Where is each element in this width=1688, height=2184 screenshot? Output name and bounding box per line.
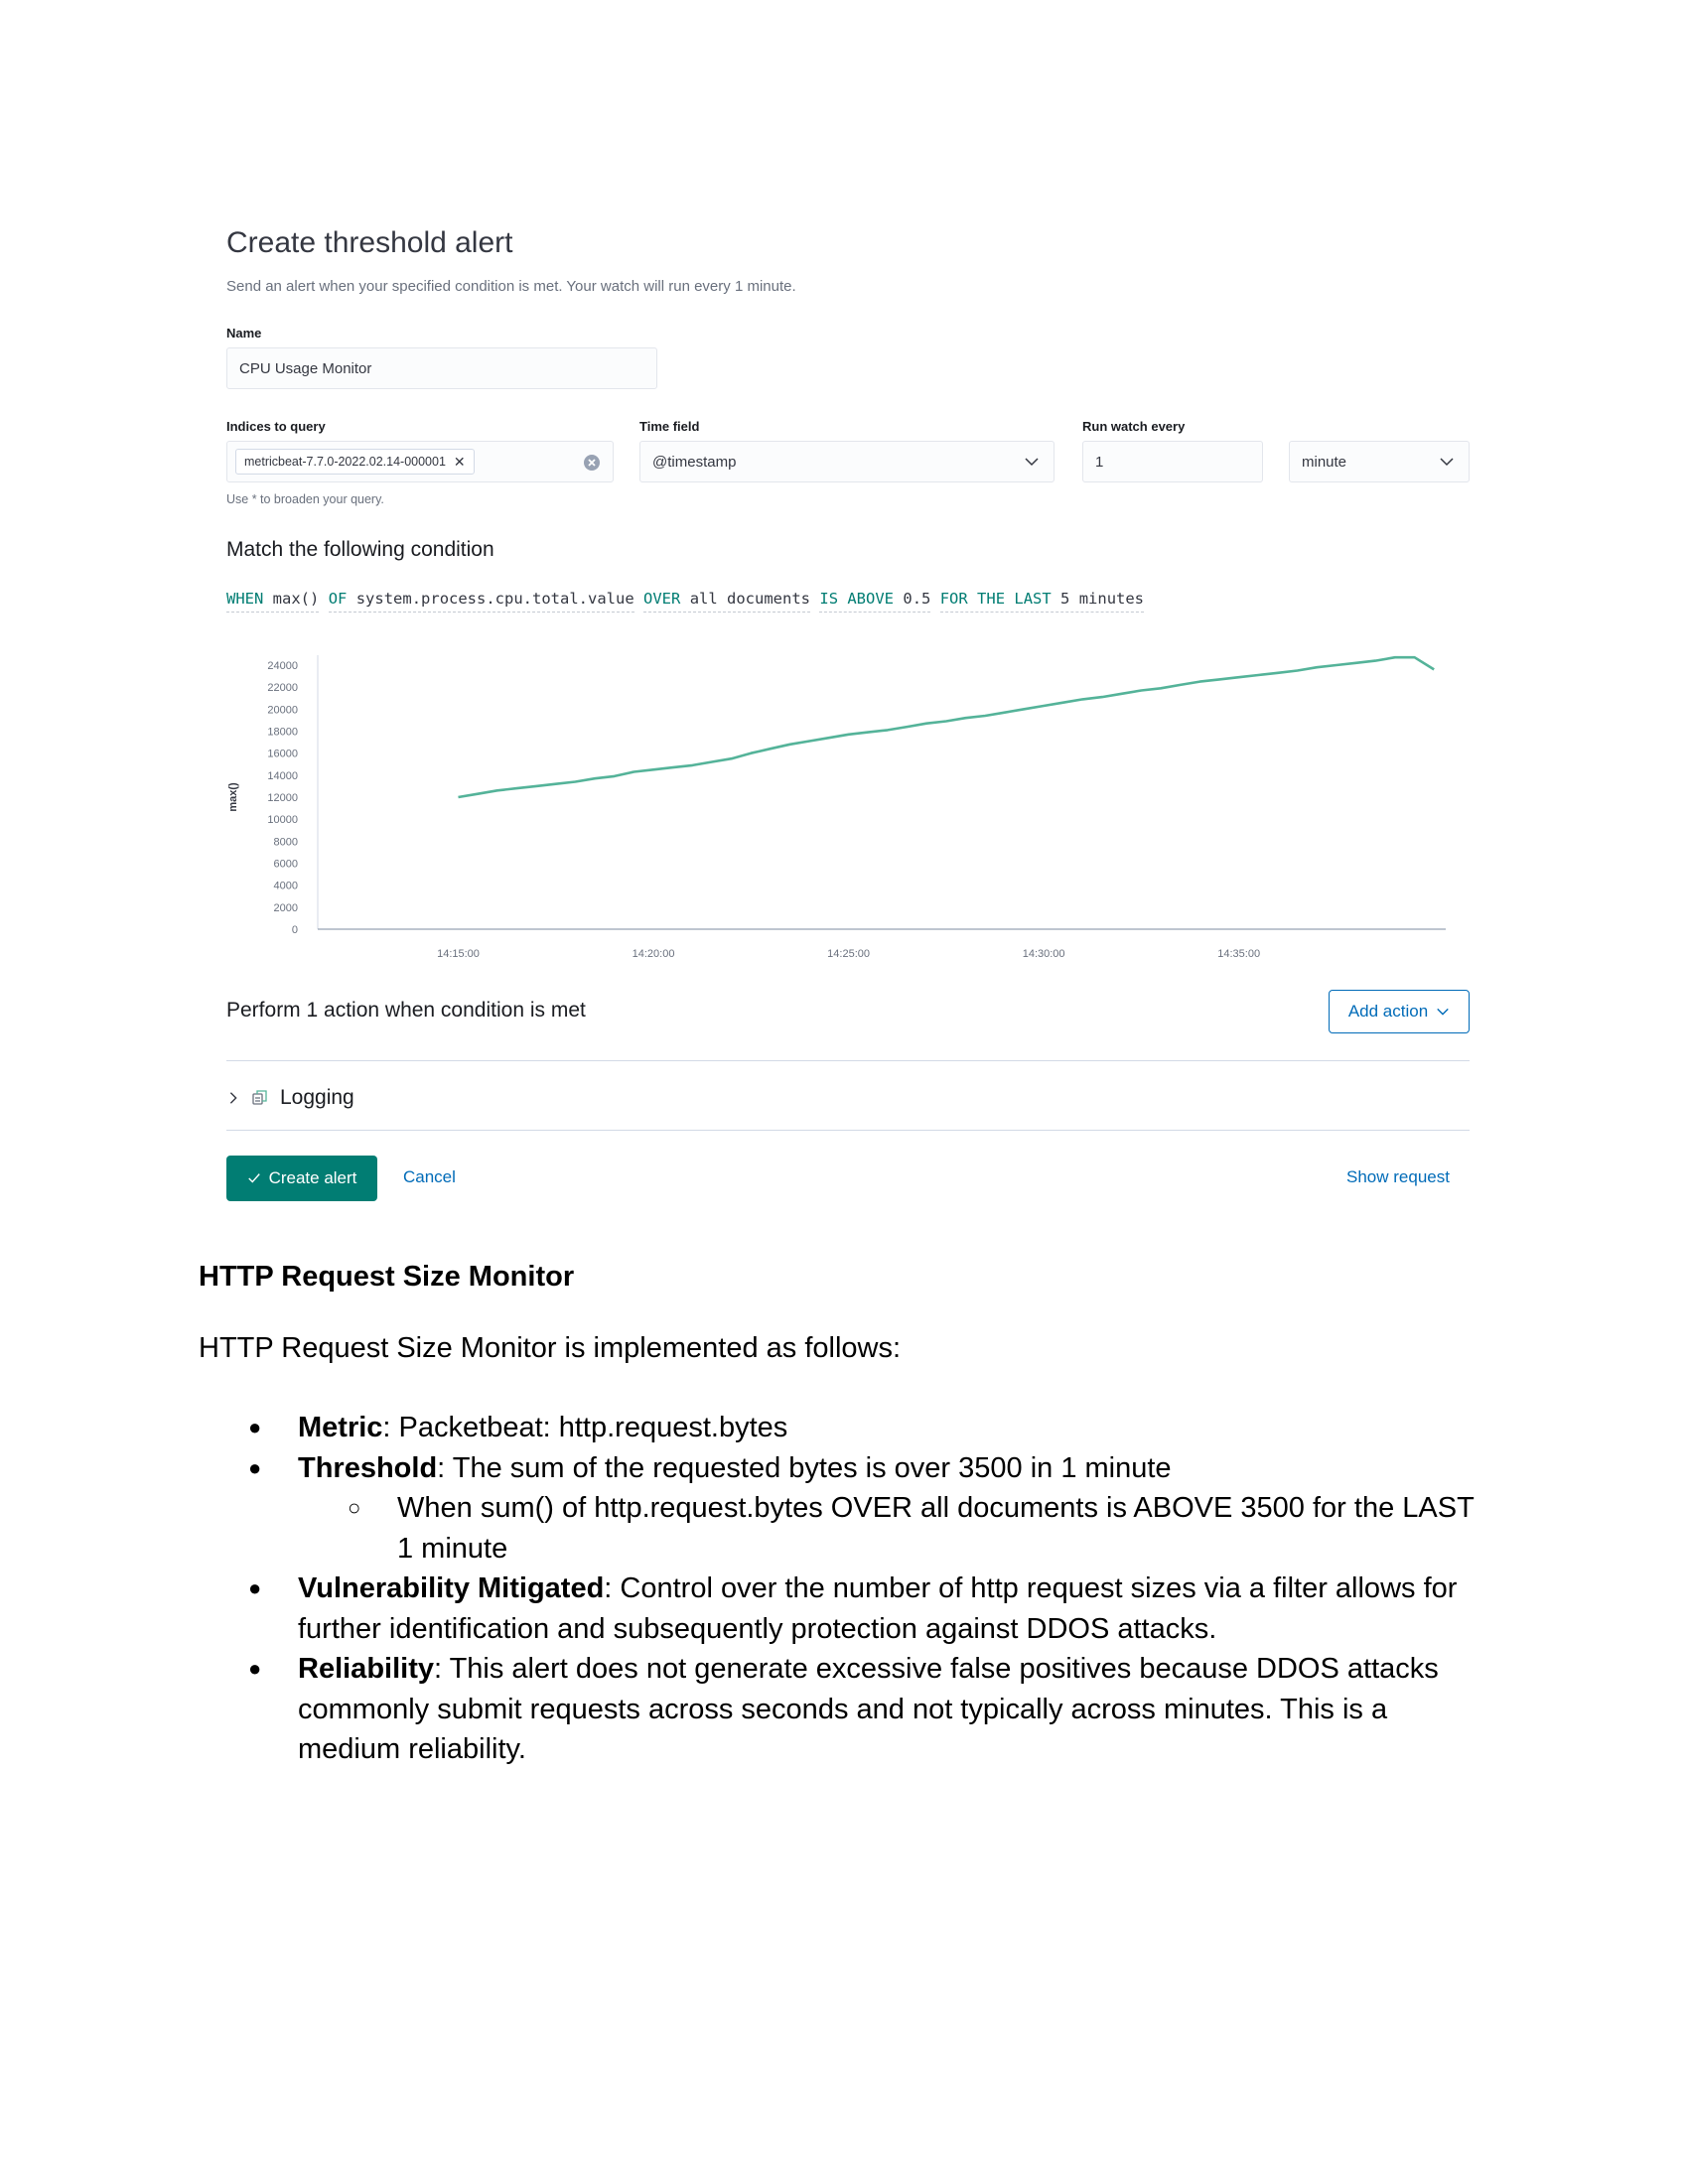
y-tick-label: 6000 — [274, 859, 298, 871]
x-tick-label: 14:25:00 — [827, 948, 870, 960]
logging-accordion[interactable]: Logging — [226, 1080, 354, 1116]
divider — [226, 1060, 1470, 1061]
expr-of[interactable]: OF system.process.cpu.total.value — [328, 590, 634, 613]
threshold-chart: 2400022000200001800016000140001200010000… — [227, 655, 1446, 960]
logging-label: Logging — [280, 1086, 354, 1109]
y-tick-label: 22000 — [267, 682, 298, 694]
logging-icon — [252, 1090, 267, 1105]
expr-agg: max() — [272, 590, 320, 608]
list-item: Reliability: This alert does not generat… — [199, 1649, 1489, 1770]
y-axis-label: max() — [227, 782, 239, 812]
chevron-down-icon — [1025, 458, 1039, 467]
list-item: Metric: Packetbeat: http.request.bytes — [199, 1408, 1489, 1448]
item-label: Threshold — [298, 1451, 438, 1484]
y-tick-label: 2000 — [274, 902, 298, 914]
y-tick-label: 8000 — [274, 836, 298, 848]
item-text: : Packetbeat: http.request.bytes — [382, 1412, 788, 1443]
expr-when-keyword: WHEN — [226, 590, 264, 608]
expr-for-last-keyword: FOR THE LAST — [939, 590, 1052, 608]
time-field-select[interactable]: @timestamp — [639, 441, 1055, 482]
x-tick-label: 14:30:00 — [1023, 948, 1065, 960]
indices-hint: Use * to broaden your query. — [226, 492, 384, 506]
form-subtitle: Send an alert when your specified condit… — [226, 278, 796, 295]
indices-combobox[interactable]: metricbeat-7.7.0-2022.02.14-000001 ✕ — [226, 441, 614, 482]
sub-list: When sum() of http.request.bytes OVER al… — [199, 1488, 1489, 1569]
item-text: : The sum of the requested bytes is over… — [437, 1451, 1172, 1484]
create-alert-button[interactable]: Create alert — [226, 1156, 377, 1201]
chevron-down-icon — [1440, 458, 1454, 467]
actions-heading: Perform 1 action when condition is met — [226, 999, 586, 1022]
list-item: Vulnerability Mitigated: Control over th… — [199, 1569, 1489, 1649]
expr-over-keyword: OVER — [643, 590, 681, 608]
create-alert-label: Create alert — [268, 1168, 357, 1187]
cancel-link[interactable]: Cancel — [403, 1167, 456, 1187]
expr-threshold-value: 0.5 — [903, 590, 931, 608]
series-line — [458, 655, 1435, 799]
name-label: Name — [226, 326, 262, 341]
expr-threshold[interactable]: IS ABOVE 0.5 — [819, 590, 931, 613]
time-field-value: @timestamp — [652, 453, 737, 471]
item-label: Reliability — [298, 1653, 434, 1685]
y-tick-label: 16000 — [267, 749, 298, 760]
y-tick-label: 20000 — [267, 704, 298, 716]
run-every-label: Run watch every — [1082, 419, 1186, 434]
chevron-down-icon — [1437, 1008, 1449, 1016]
form-title: Create threshold alert — [226, 226, 513, 259]
y-tick-label: 10000 — [267, 814, 298, 826]
y-tick-label: 4000 — [274, 881, 298, 892]
x-tick-label: 14:15:00 — [437, 948, 480, 960]
item-label: Vulnerability Mitigated — [298, 1572, 605, 1604]
item-text: : This alert does not generate excessive… — [298, 1653, 1439, 1765]
check-icon — [247, 1173, 260, 1183]
condition-expression: WHEN max() OF system.process.cpu.total.v… — [226, 590, 1145, 613]
item-label: Metric — [298, 1412, 383, 1443]
intro-paragraph: HTTP Request Size Monitor is implemented… — [199, 1332, 902, 1364]
expr-over[interactable]: OVER all documents — [643, 590, 811, 613]
y-tick-label: 0 — [292, 924, 298, 936]
list-item: Threshold: The sum of the requested byte… — [199, 1448, 1489, 1570]
y-tick-label: 14000 — [267, 770, 298, 782]
index-pill: metricbeat-7.7.0-2022.02.14-000001 ✕ — [235, 449, 475, 475]
indices-label: Indices to query — [226, 419, 326, 434]
sub-list-item: When sum() of http.request.bytes OVER al… — [199, 1488, 1489, 1569]
y-tick-label: 18000 — [267, 727, 298, 739]
condition-heading: Match the following condition — [226, 538, 494, 561]
expr-field: system.process.cpu.total.value — [355, 590, 634, 608]
name-input[interactable]: CPU Usage Monitor — [226, 347, 657, 389]
x-tick-label: 14:35:00 — [1217, 948, 1260, 960]
x-tick-label: 14:20:00 — [633, 948, 675, 960]
add-action-label: Add action — [1347, 1002, 1429, 1021]
clear-icon[interactable] — [583, 454, 601, 476]
run-every-input[interactable]: 1 — [1082, 441, 1263, 482]
section-heading: HTTP Request Size Monitor — [199, 1261, 575, 1293]
expr-when[interactable]: WHEN max() — [226, 590, 320, 613]
y-tick-label: 12000 — [267, 792, 298, 804]
expr-window[interactable]: FOR THE LAST 5 minutes — [939, 590, 1145, 613]
y-tick-label: 24000 — [267, 660, 298, 672]
run-every-unit-select[interactable]: minute — [1289, 441, 1470, 482]
expr-is-above-keyword: IS ABOVE — [819, 590, 895, 608]
expr-over-value: all documents — [689, 590, 811, 608]
chevron-right-icon — [229, 1092, 237, 1104]
name-value: CPU Usage Monitor — [239, 359, 372, 377]
run-every-value: 1 — [1095, 453, 1104, 471]
divider — [226, 1130, 1470, 1131]
index-pill-label: metricbeat-7.7.0-2022.02.14-000001 — [244, 455, 446, 469]
run-every-unit: minute — [1302, 453, 1347, 471]
details-list: Metric: Packetbeat: http.request.bytes T… — [199, 1408, 1489, 1770]
expr-of-keyword: OF — [328, 590, 348, 608]
add-action-button[interactable]: Add action — [1329, 990, 1470, 1033]
show-request-link[interactable]: Show request — [1346, 1167, 1450, 1187]
time-field-label: Time field — [639, 419, 700, 434]
expr-window-value: 5 minutes — [1060, 590, 1145, 608]
remove-pill-icon[interactable]: ✕ — [454, 454, 466, 471]
